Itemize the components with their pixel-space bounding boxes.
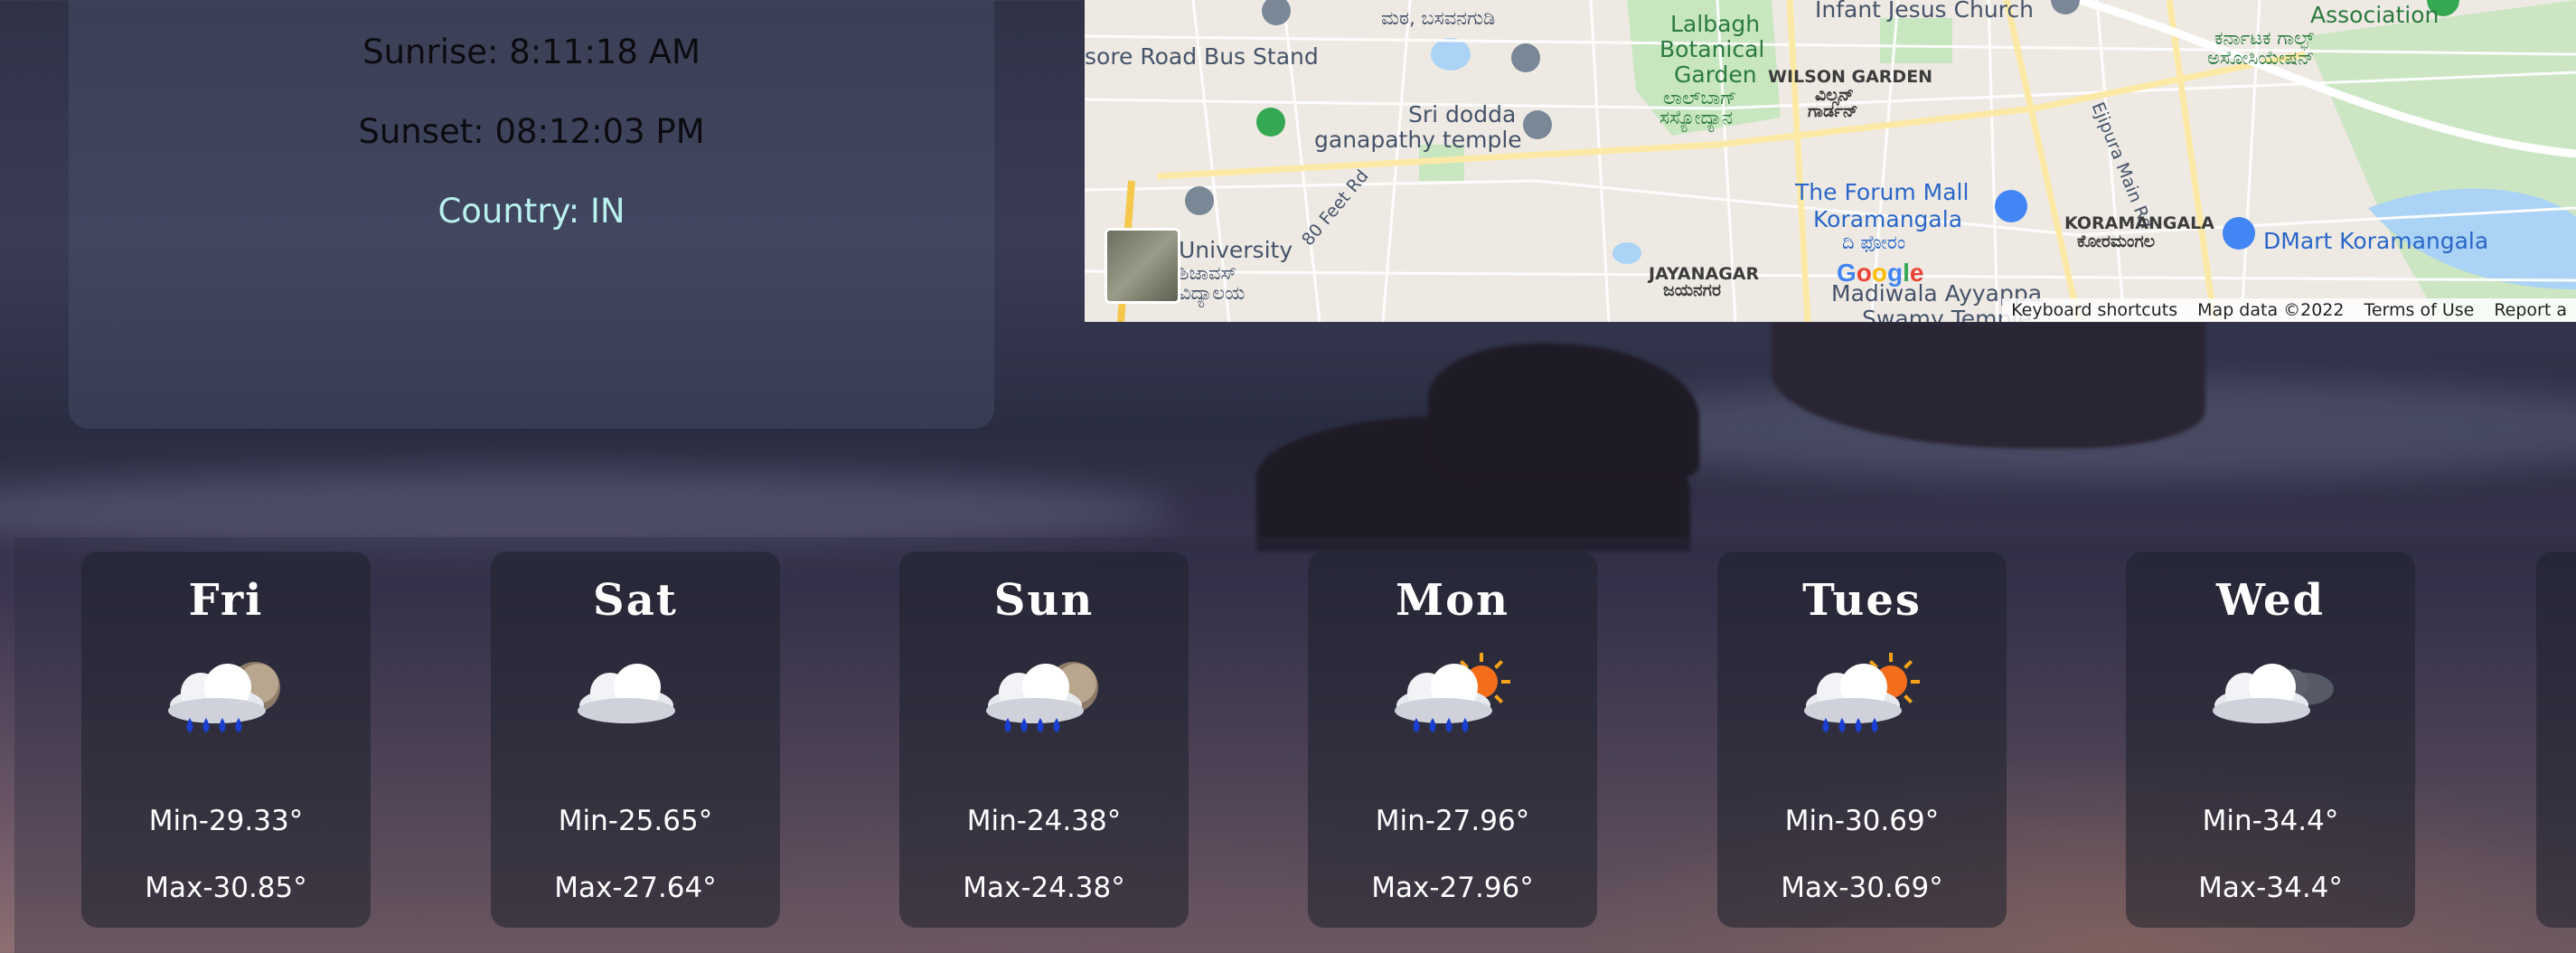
forecast-card: Sat Min-25.65° Max-27.64° <box>491 552 780 928</box>
map-label: DMart Koramangala <box>2263 228 2489 254</box>
rain-cloud-moon-icon <box>154 646 298 754</box>
forecast-day-name: Wed <box>2215 575 2326 626</box>
satellite-toggle-button[interactable] <box>1105 228 1180 304</box>
map-label: ಸಸ್ಯೋದ್ಯಾನ <box>1659 107 1734 128</box>
google-logo: Google <box>1837 259 1924 287</box>
map-label: Sri dodda <box>1408 101 1517 127</box>
forecast-max-temp: Max-30.69° <box>1781 872 1943 904</box>
map-label: KORAMANGALA <box>2064 213 2214 233</box>
forecast-card: Wed Min-34.4° Max-34.4° <box>2126 552 2415 928</box>
sunset-time: Sunset: 08:12:03 PM <box>358 112 705 151</box>
report-error-link[interactable]: Report a <box>2494 300 2567 320</box>
map-label: sore Road Bus Stand <box>1085 43 1319 70</box>
forecast-card: Fri Min-29.33° Max-30.85° <box>81 552 371 928</box>
forecast-max-temp: Max-30.85° <box>145 872 307 904</box>
sun-info-card: Sunrise: 8:11:18 AM Sunset: 08:12:03 PM … <box>69 0 994 429</box>
map-label: ಕೋರಮಂಗಲ <box>2077 231 2156 251</box>
forecast-day-name: Tues <box>1802 575 1922 626</box>
map-label: Lalbagh <box>1670 11 1761 37</box>
forecast-strip: Fri Min-29.33° Max-30.85° Sat Min-25.65°… <box>14 537 2576 953</box>
map-label: Association <box>2310 2 2440 28</box>
city-map[interactable]: sore Road Bus Stand ಮಠ, ಬಸವನಗುಡಿ Lalbagh… <box>1085 0 2576 322</box>
map-label: ವಿದ್ಯಾಲಯ <box>1179 282 1246 304</box>
forecast-min-temp: Min-34.4° <box>2202 805 2339 837</box>
forecast-card: Mon Min-27.96° Max-27.96° <box>1308 552 1597 928</box>
map-label: ಜಯನಗರ <box>1663 280 1722 300</box>
map-label: University <box>1179 237 1293 263</box>
map-label: Koramangala <box>1813 206 1963 232</box>
forecast-min-temp: Min-24.38° <box>966 805 1122 837</box>
cloud-icon <box>563 646 708 754</box>
map-label: ದಿ ಫೋರಂ <box>1842 231 1906 253</box>
map-data-attribution: Map data ©2022 <box>2197 300 2345 320</box>
forecast-card: Sun Min-24.38° Max-24.38° <box>899 552 1189 928</box>
forecast-max-temp: Max-27.64° <box>554 872 717 904</box>
forecast-card: Tues Min-30.69° Max-30.69° <box>1717 552 2007 928</box>
keyboard-shortcuts-link[interactable]: Keyboard shortcuts <box>2011 300 2177 320</box>
forecast-max-temp: Max-27.96° <box>1371 872 1534 904</box>
rain-cloud-moon-icon <box>972 646 1116 754</box>
map-label: Infant Jesus Church <box>1815 0 2034 23</box>
forecast-min-temp: Min-27.96° <box>1375 805 1530 837</box>
map-label: ganapathy temple <box>1314 127 1522 153</box>
forecast-day-name: Fri <box>188 575 264 626</box>
map-label: Garden <box>1674 61 1757 88</box>
forecast-day-name: Sun <box>993 575 1095 626</box>
map-label: WILSON GARDEN <box>1768 67 1933 87</box>
rain-cloud-sun-icon <box>1380 646 1525 754</box>
sunrise-time: Sunrise: 8:11:18 AM <box>362 33 700 71</box>
map-label: ಗಾರ್ಡನ್ <box>1808 101 1858 121</box>
forecast-card-partial <box>2536 552 2576 928</box>
map-label: Botanical <box>1659 36 1765 62</box>
background-rock <box>1428 344 1699 479</box>
map-label: The Forum Mall <box>1795 179 1970 205</box>
rain-cloud-sun-icon <box>1790 646 1934 754</box>
terms-of-use-link[interactable]: Terms of Use <box>2364 300 2474 320</box>
map-footer: Keyboard shortcuts Map data ©2022 Terms … <box>2002 298 2576 322</box>
forecast-min-temp: Min-25.65° <box>558 805 713 837</box>
forecast-min-temp: Min-29.33° <box>148 805 304 837</box>
map-label: ಮಠ, ಬಸವನಗುಡಿ <box>1381 7 1496 29</box>
map-label: ಅಸೋಸಿಯೇಷನ್ <box>2207 47 2315 69</box>
country-code: Country: IN <box>437 192 625 231</box>
forecast-day-name: Mon <box>1395 575 1510 626</box>
forecast-day-name: Sat <box>593 575 678 626</box>
forecast-max-temp: Max-24.38° <box>963 872 1125 904</box>
cloud-dark-cloud-icon <box>2198 646 2343 754</box>
forecast-max-temp: Max-34.4° <box>2198 872 2343 904</box>
forecast-min-temp: Min-30.69° <box>1784 805 1940 837</box>
